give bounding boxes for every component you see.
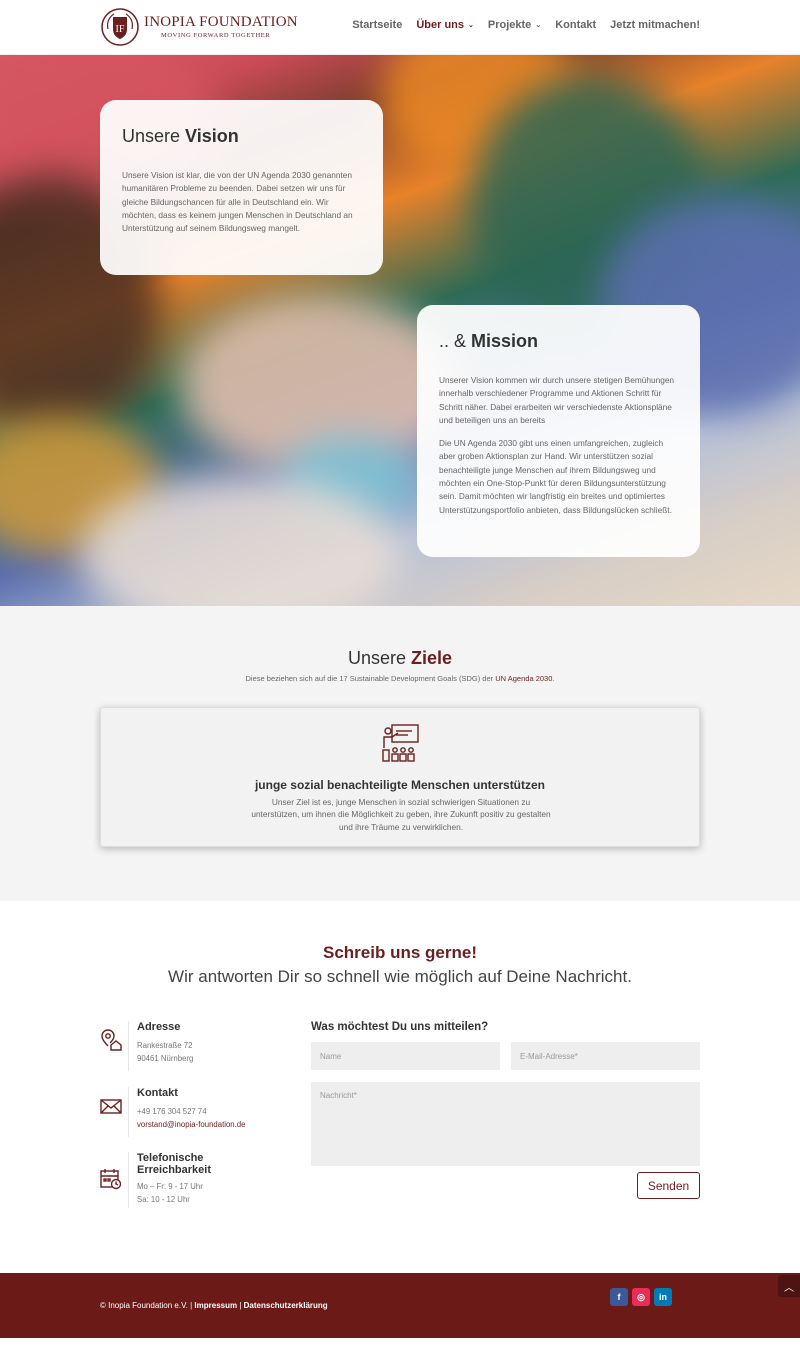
goal-title: junge sozial benachteiligte Menschen unt… xyxy=(254,778,546,792)
site-footer: © Inopia Foundation e.V. | Impressum | D… xyxy=(0,1273,800,1338)
mission-text-2: Die UN Agenda 2030 gibt uns einen umfang… xyxy=(439,438,672,515)
nav-label: Startseite xyxy=(352,19,403,31)
chevron-down-icon: ⌄ xyxy=(535,22,542,29)
hours-title: Telefonische Erreichbarkeit xyxy=(137,1152,211,1176)
ziele-sub-end: . xyxy=(552,674,555,683)
nav-label: Über uns xyxy=(416,19,465,31)
message-field[interactable] xyxy=(311,1082,700,1166)
un-agenda-link[interactable]: UN Agenda 2030 xyxy=(495,674,552,683)
nav-jetzt-mitmachen[interactable]: Jetzt mitmachen! xyxy=(610,19,700,31)
address-street: Rankestraße 72 xyxy=(137,1041,193,1050)
ziele-subtitle: Diese beziehen sich auf die 17 Sustainab… xyxy=(0,674,800,683)
nav-kontakt[interactable]: Kontakt xyxy=(555,19,596,31)
vision-text: Unsere Vision ist klar, die von der UN A… xyxy=(122,170,353,234)
divider xyxy=(128,1087,129,1137)
form-title: Was möchtest Du uns mitteilen? xyxy=(311,1021,489,1033)
scroll-to-top-button[interactable]: ︿ xyxy=(778,1275,800,1297)
name-field[interactable] xyxy=(311,1042,500,1070)
teacher-classroom-icon xyxy=(382,724,419,762)
send-button[interactable]: Senden xyxy=(637,1172,700,1199)
email-field[interactable] xyxy=(511,1042,700,1070)
vision-card: Unsere Vision Unsere Vision ist klar, di… xyxy=(100,100,383,275)
kontakt-title: Kontakt xyxy=(137,1087,178,1099)
social-links: f ◎ in xyxy=(610,1288,672,1306)
contact-section: Schreib uns gerne! Wir antworten Dir so … xyxy=(0,901,800,1273)
hours-title-line2: Erreichbarkeit xyxy=(137,1164,211,1176)
kontakt-email[interactable]: vorstand@inopia-foundation.de xyxy=(137,1120,245,1129)
svg-text:IF: IF xyxy=(116,24,125,35)
kontakt-phone[interactable]: +49 176 304 527 74 xyxy=(137,1107,207,1116)
nav-label: Jetzt mitmachen! xyxy=(610,19,700,31)
address-block: Adresse Rankestraße 72 90461 Nürnberg xyxy=(100,1021,300,1071)
envelope-icon xyxy=(100,1099,122,1114)
hours-block: Telefonische Erreichbarkeit Mo – Fr: 9 - … xyxy=(100,1152,300,1208)
linkedin-icon[interactable]: in xyxy=(654,1288,672,1306)
address-title: Adresse xyxy=(137,1021,181,1033)
calendar-clock-icon xyxy=(100,1169,122,1190)
vision-title: Unsere Vision xyxy=(122,126,361,147)
main-nav: Startseite Über uns ⌄ Projekte ⌄ Kontakt J… xyxy=(352,19,700,31)
datenschutz-link[interactable]: Datenschutzerklärung xyxy=(244,1301,328,1310)
site-header: IF INOPIA FOUNDATION MOVING FORWARD TOGE… xyxy=(0,0,800,55)
kontakt-block: Kontakt +49 176 304 527 74 vorstand@inop… xyxy=(100,1087,300,1137)
ziele-title-prefix: Unsere xyxy=(347,648,411,668)
ziele-section: Unsere Ziele Diese beziehen sich auf die… xyxy=(0,606,800,901)
contact-tagline: Wir antworten Dir so schnell wie möglich… xyxy=(168,967,632,986)
nav-ueber-uns[interactable]: Über uns ⌄ xyxy=(416,19,474,31)
mission-title: .. & Mission xyxy=(439,331,678,352)
logo-title: INOPIA FOUNDATION xyxy=(144,13,298,30)
vision-title-prefix: Unsere xyxy=(122,126,186,146)
footer-copyright: © Inopia Foundation e.V. | Impressum | D… xyxy=(100,1301,328,1310)
logo-tagline: MOVING FORWARD TOGETHER xyxy=(161,31,271,39)
mission-title-bold: Mission xyxy=(471,331,539,351)
mission-title-prefix: .. & xyxy=(439,331,472,351)
impressum-link[interactable]: Impressum xyxy=(194,1301,237,1310)
contact-title: Schreib uns gerne! xyxy=(323,943,477,962)
divider xyxy=(128,1152,129,1208)
nav-startseite[interactable]: Startseite xyxy=(352,19,402,31)
nav-label: Projekte xyxy=(487,19,532,31)
nav-projekte[interactable]: Projekte ⌄ xyxy=(488,19,541,31)
hours-title-line1: Telefonische xyxy=(137,1152,204,1164)
instagram-icon[interactable]: ◎ xyxy=(632,1288,650,1306)
page-bottom xyxy=(0,1338,800,1367)
chevron-down-icon: ⌄ xyxy=(468,22,474,29)
mission-card: .. & Mission Unserer Vision kommen wir d… xyxy=(417,305,700,557)
hours-saturday: Sa: 10 - 12 Uhr xyxy=(137,1195,190,1204)
goal-card: junge sozial benachteiligte Menschen unt… xyxy=(100,707,700,847)
goal-text: Unser Ziel ist es, junge Menschen in soz… xyxy=(251,797,551,832)
mission-text-1: Unserer Vision kommen wir durch unsere s… xyxy=(439,375,675,425)
address-city: 90461 Nürnberg xyxy=(137,1054,194,1063)
logo[interactable]: IF INOPIA FOUNDATION MOVING FORWARD TOGE… xyxy=(100,7,298,47)
ziele-sub-text: Diese beziehen sich auf die 17 Sustainab… xyxy=(245,674,496,683)
facebook-icon[interactable]: f xyxy=(610,1288,628,1306)
location-pin-icon xyxy=(101,1029,122,1051)
copyright-text: © Inopia Foundation e.V. | xyxy=(100,1301,195,1310)
hours-weekdays: Mo – Fr: 9 - 17 Uhr xyxy=(137,1182,203,1191)
divider xyxy=(128,1021,129,1071)
ziele-title: Unsere Ziele xyxy=(0,648,800,669)
ziele-title-bold: Ziele xyxy=(411,648,453,668)
nav-label: Kontakt xyxy=(555,19,597,31)
vision-title-bold: Vision xyxy=(185,126,239,146)
logo-crest-icon: IF xyxy=(101,8,139,46)
hero-section: Unsere Vision Unsere Vision ist klar, di… xyxy=(0,55,800,606)
